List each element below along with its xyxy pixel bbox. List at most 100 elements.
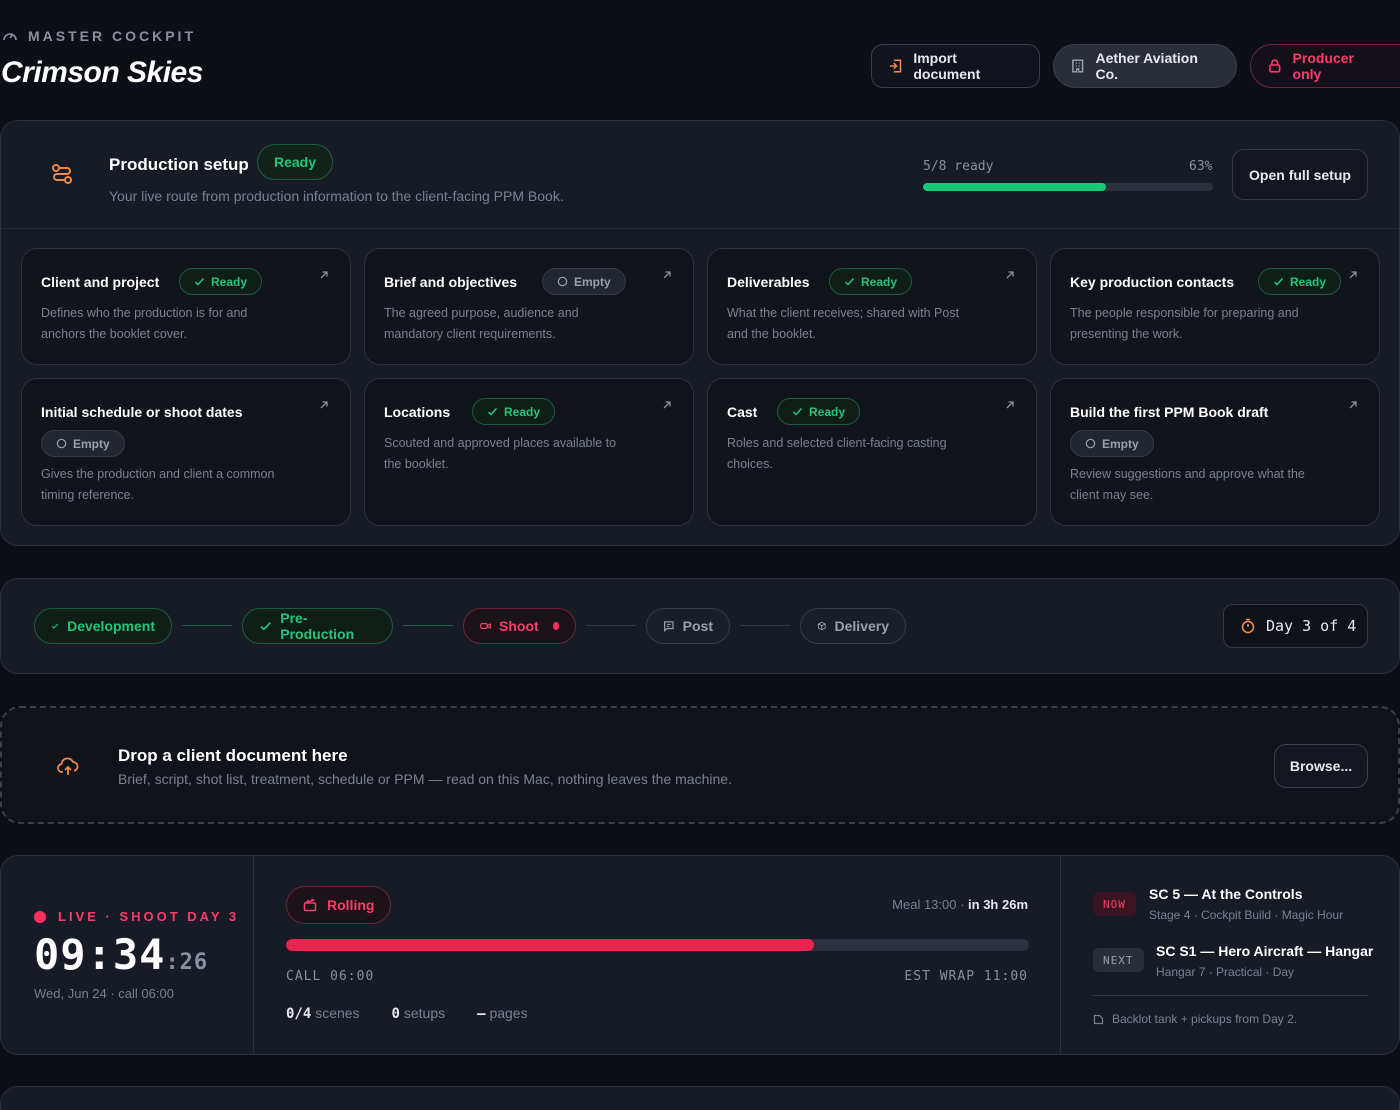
phase-label: Shoot: [499, 618, 539, 634]
setup-tile[interactable]: Deliverables Ready What the client receive…: [707, 248, 1037, 365]
cockpit-kicker: MASTER COCKPIT: [2, 28, 196, 44]
tile-status: Empty: [1102, 436, 1139, 451]
open-arrow-icon: [1349, 271, 1357, 279]
document-drop-zone[interactable]: Drop a client document here Brief, scrip…: [0, 706, 1400, 824]
setup-title: Production setup: [109, 155, 249, 174]
day-progress-bar: [286, 939, 1029, 951]
phase-shoot[interactable]: Shoot: [463, 608, 576, 644]
check-icon: [487, 407, 498, 416]
tile-status: Ready: [211, 274, 248, 289]
open-arrow-icon: [663, 401, 671, 409]
live-shoot-panel: LIVE · SHOOT DAY 3 09:34:26 Wed, Jun 24 …: [0, 855, 1400, 1055]
open-arrow-icon: [320, 401, 328, 409]
setup-tile[interactable]: Initial schedule or shoot dates Empty Give…: [21, 378, 351, 526]
producer-only-button[interactable]: Producer only: [1250, 44, 1400, 88]
setup-tile[interactable]: Locations Ready Scouted and approved place…: [364, 378, 694, 526]
page-title: Crimson Skies: [1, 56, 203, 89]
phase-label: Delivery: [834, 618, 889, 634]
open-arrow-icon: [1349, 401, 1357, 409]
phase-connector: [182, 625, 232, 626]
client-button[interactable]: Aether Aviation Co.: [1053, 44, 1237, 88]
est-wrap-time: EST WRAP 11:00: [904, 969, 1028, 984]
live-clock-section: LIVE · SHOOT DAY 3 09:34:26 Wed, Jun 24 …: [1, 856, 254, 1054]
setup-status-badge: Ready: [257, 144, 334, 180]
tile-description: Defines who the production is for and an…: [41, 306, 248, 341]
open-arrow-icon: [1006, 401, 1014, 409]
page-header: MASTER COCKPIT Crimson Skies Import docu…: [0, 0, 1400, 120]
rolling-status-button[interactable]: Rolling: [286, 886, 392, 924]
open-full-setup-button[interactable]: Open full setup: [1232, 149, 1368, 200]
open-arrow-icon: [320, 271, 328, 279]
now-scene-title[interactable]: SC 5 — At the Controls: [1149, 886, 1303, 902]
stat-value: 0/4: [286, 1006, 312, 1022]
tile-status: Ready: [1290, 274, 1327, 289]
building-icon: [1072, 59, 1084, 73]
tile-status-chip: Ready: [179, 268, 263, 295]
tile-title: Initial schedule or shoot dates: [41, 404, 243, 420]
live-progress-section: Rolling Meal 13:00 · in 3h 26m CALL 06:0…: [254, 856, 1061, 1054]
tile-status-chip: Ready: [777, 398, 861, 425]
setup-progress-label: 5/8 ready: [923, 159, 994, 174]
day-counter: Day 3 of 4: [1223, 604, 1368, 648]
day-counter-label: Day 3 of 4: [1266, 617, 1357, 635]
tile-status-chip: Empty: [41, 430, 125, 457]
next-scene-title[interactable]: SC S1 — Hero Aircraft — Hangar: [1156, 943, 1373, 959]
note-icon: [1093, 1014, 1104, 1024]
setup-tile[interactable]: Client and project Ready Defines who the p…: [21, 248, 351, 365]
phase-connector: [740, 625, 790, 626]
tile-description: Scouted and approved places available to…: [384, 436, 617, 471]
check-icon: [1273, 277, 1284, 286]
tile-status: Ready: [861, 274, 898, 289]
live-clock: 09:34:26: [34, 930, 208, 979]
schedule-note: Backlot tank + pickups from Day 2.: [1093, 1012, 1297, 1026]
phase-pre-production[interactable]: Pre-Production: [242, 608, 393, 644]
drop-title: Drop a client document here: [118, 746, 348, 765]
import-document-button[interactable]: Import document: [871, 44, 1040, 88]
tile-title: Brief and objectives: [384, 274, 518, 290]
stat-scenes: 0/4 scenes: [286, 1005, 360, 1022]
package-icon: [817, 621, 826, 631]
browse-button[interactable]: Browse...: [1274, 744, 1368, 788]
setup-tile[interactable]: Cast Ready Roles and selected client-facin…: [707, 378, 1037, 526]
message-icon: [664, 621, 674, 632]
client-label: Aether Aviation Co.: [1095, 50, 1198, 82]
setup-progress-percent: 63%: [1189, 159, 1213, 174]
next-scene-subtitle: Hangar 7 · Practical · Day: [1156, 965, 1295, 979]
tile-title: Key production contacts: [1070, 274, 1235, 290]
next-badge: NEXT: [1093, 948, 1144, 972]
rolling-label: Rolling: [327, 897, 375, 913]
setup-tile[interactable]: Brief and objectives Empty The agreed purp…: [364, 248, 694, 365]
import-label: Import document: [913, 50, 981, 82]
tile-title: Deliverables: [727, 274, 810, 290]
phase-post[interactable]: Post: [646, 608, 730, 644]
day-progress-fill: [286, 939, 814, 951]
phase-delivery[interactable]: Delivery: [800, 608, 906, 644]
producer-label: Producer only: [1292, 50, 1355, 82]
open-arrow-icon: [663, 271, 671, 279]
phase-bar: Development Pre-Production Shoot Post Delive…: [0, 578, 1400, 674]
schedule-note-text: Backlot tank + pickups from Day 2.: [1112, 1012, 1298, 1026]
next-panel: [0, 1086, 1400, 1110]
tile-description: What the client receives; shared with Po…: [727, 306, 960, 341]
setup-progress-bar: [923, 183, 1213, 191]
setup-tile[interactable]: Key production contacts Ready The people r…: [1050, 248, 1380, 365]
tile-status: Ready: [809, 404, 846, 419]
phase-development[interactable]: Development: [34, 608, 172, 644]
kicker-text: MASTER COCKPIT: [28, 28, 196, 44]
stat-value: 0: [391, 1006, 400, 1022]
stopwatch-icon: [1241, 618, 1255, 634]
phase-label: Development: [67, 618, 155, 634]
stat-setups: 0 setups: [392, 1005, 446, 1022]
check-icon: [194, 277, 205, 286]
check-icon: [844, 277, 855, 286]
stat-label: pages: [489, 1005, 528, 1021]
clock-main: 09:34: [34, 930, 166, 979]
tile-description: Gives the production and client a common…: [41, 467, 275, 502]
empty-circle-icon: [56, 438, 67, 449]
stat-pages: — pages: [477, 1005, 527, 1022]
tile-status-chip: Ready: [1258, 268, 1342, 295]
meal-countdown: in 3h 26m: [968, 897, 1028, 912]
live-tag: LIVE · SHOOT DAY 3: [34, 909, 239, 924]
call-time: CALL 06:00: [286, 969, 375, 984]
setup-tile[interactable]: Build the first PPM Book draft Empty Revie…: [1050, 378, 1380, 526]
